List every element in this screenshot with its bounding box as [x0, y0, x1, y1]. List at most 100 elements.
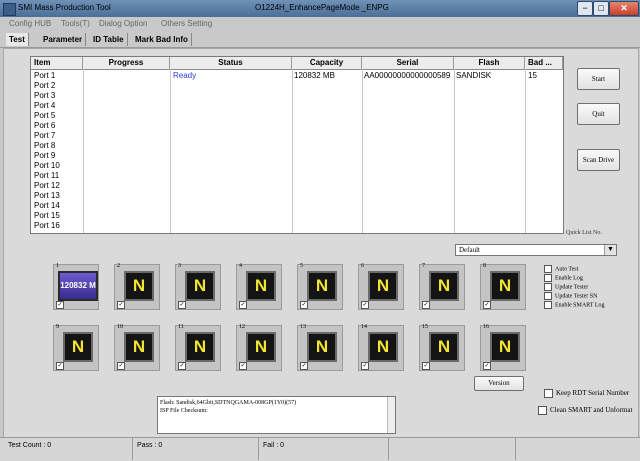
tab-mark-bad-info[interactable]: Mark Bad Info: [132, 33, 192, 46]
col-serial[interactable]: Serial: [362, 57, 454, 69]
port-checkbox[interactable]: ✓: [56, 301, 64, 309]
port-number: 10: [117, 324, 123, 330]
table-row[interactable]: Port 9: [31, 151, 563, 161]
port-checkbox[interactable]: ✓: [361, 301, 369, 309]
port-tile-12[interactable]: 12 N ✓: [236, 324, 282, 371]
table-row[interactable]: Port 1 Ready 120832 MB AA00000000000000589 S…: [31, 71, 563, 81]
port-checkbox[interactable]: ✓: [483, 362, 491, 370]
port-tile-11[interactable]: 11 N ✓: [175, 324, 221, 371]
maximize-button[interactable]: □: [593, 1, 609, 16]
checkbox[interactable]: [544, 292, 552, 300]
port-label: N: [193, 337, 207, 356]
table-row[interactable]: Port 12: [31, 181, 563, 191]
menu-dialog-option[interactable]: Dialog Option: [99, 19, 147, 28]
port-tile-4[interactable]: 4 N ✓: [236, 263, 282, 310]
option-auto-test[interactable]: Auto Test: [544, 265, 578, 273]
table-row[interactable]: Port 3: [31, 91, 563, 101]
port-checkbox[interactable]: ✓: [361, 362, 369, 370]
tab-id-table[interactable]: ID Table: [90, 33, 128, 46]
checkbox[interactable]: [544, 283, 552, 291]
port-checkbox[interactable]: ✓: [300, 301, 308, 309]
menu-tools[interactable]: Tools(T): [61, 19, 90, 28]
port-tile-6[interactable]: 6 N ✓: [358, 263, 404, 310]
close-button[interactable]: ✕: [609, 1, 639, 16]
port-tile-3[interactable]: 3 N ✓: [175, 263, 221, 310]
port-label: N: [437, 337, 451, 356]
checkbox[interactable]: [544, 274, 552, 282]
port-tile-2[interactable]: 2 N ✓: [114, 263, 160, 310]
divider: [258, 438, 259, 460]
table-row[interactable]: Port 4: [31, 101, 563, 111]
port-number: 11: [178, 324, 184, 330]
menu-config-hub[interactable]: Config HUB: [9, 19, 51, 28]
port-checkbox[interactable]: ✓: [483, 301, 491, 309]
col-item[interactable]: Item: [31, 57, 83, 69]
table-row[interactable]: Port 14: [31, 201, 563, 211]
port-checkbox[interactable]: ✓: [239, 301, 247, 309]
port-status-icon: N: [429, 271, 459, 301]
scan-drive-button[interactable]: Scan Drive: [577, 149, 620, 171]
port-label: N: [315, 276, 329, 295]
port-tile-16[interactable]: 16 N ✓: [480, 324, 526, 371]
col-capacity[interactable]: Capacity: [292, 57, 362, 69]
option-enable-smart-log[interactable]: Enable SMART Log: [544, 301, 605, 309]
minimize-button[interactable]: −: [577, 1, 593, 16]
port-checkbox[interactable]: ✓: [178, 362, 186, 370]
table-row[interactable]: Port 8: [31, 141, 563, 151]
port-tile-10[interactable]: 10 N ✓: [114, 324, 160, 371]
checkbox[interactable]: [544, 301, 552, 309]
flash-info-box[interactable]: Flash: Sandisk,64Gbit,SDTNQGAMA-008GP(1Y…: [157, 396, 396, 434]
port-checkbox[interactable]: ✓: [56, 362, 64, 370]
quick-list-select[interactable]: Default ▼: [455, 244, 617, 256]
table-row[interactable]: Port 13: [31, 191, 563, 201]
port-tile-7[interactable]: 7 N ✓: [419, 263, 465, 310]
port-tile-13[interactable]: 13 N ✓: [297, 324, 343, 371]
option-enable-log[interactable]: Enable Log: [544, 274, 583, 282]
port-tile-8[interactable]: 8 N ✓: [480, 263, 526, 310]
keep-rdt-serial-checkbox[interactable]: Keep RDT Serial Number: [544, 389, 629, 398]
tab-parameter[interactable]: Parameter: [40, 33, 87, 46]
table-row[interactable]: Port 7: [31, 131, 563, 141]
checkbox[interactable]: [538, 406, 547, 415]
port-tile-14[interactable]: 14 N ✓: [358, 324, 404, 371]
port-checkbox[interactable]: ✓: [117, 362, 125, 370]
port-tile-15[interactable]: 15 N ✓: [419, 324, 465, 371]
cell-item: Port 6: [34, 121, 56, 130]
table-row[interactable]: Port 2: [31, 81, 563, 91]
version-button[interactable]: Version: [474, 376, 524, 391]
checkbox[interactable]: [544, 265, 552, 273]
isp-checksum-line: ISP File Checksum:: [160, 408, 208, 414]
menu-others-setting[interactable]: Others Setting: [161, 19, 212, 28]
port-checkbox[interactable]: ✓: [239, 362, 247, 370]
port-status-icon: N: [185, 271, 215, 301]
table-row[interactable]: Port 15: [31, 211, 563, 221]
scrollbar[interactable]: [387, 397, 395, 433]
chevron-down-icon[interactable]: ▼: [604, 245, 616, 255]
table-row[interactable]: Port 5: [31, 111, 563, 121]
port-tile-9[interactable]: 9 N ✓: [53, 324, 99, 371]
port-tile-5[interactable]: 5 N ✓: [297, 263, 343, 310]
option-update-tester[interactable]: Update Tester: [544, 283, 588, 291]
port-label: N: [376, 337, 390, 356]
port-checkbox[interactable]: ✓: [117, 301, 125, 309]
start-button[interactable]: Start: [577, 68, 620, 90]
checkbox[interactable]: [544, 389, 553, 398]
option-update-tester-sn[interactable]: Update Tester SN: [544, 292, 597, 300]
table-row[interactable]: Port 16: [31, 221, 563, 231]
port-checkbox[interactable]: ✓: [422, 362, 430, 370]
clean-smart-checkbox[interactable]: Clean SMART and Unformat: [538, 406, 632, 415]
port-tile-1[interactable]: 1 120832 M ✓: [53, 263, 99, 310]
col-flash[interactable]: Flash: [454, 57, 525, 69]
table-row[interactable]: Port 11: [31, 171, 563, 181]
col-status[interactable]: Status: [170, 57, 292, 69]
tab-test[interactable]: Test: [6, 33, 29, 46]
port-checkbox[interactable]: ✓: [300, 362, 308, 370]
port-checkbox[interactable]: ✓: [422, 301, 430, 309]
quit-button[interactable]: Quit: [577, 103, 620, 125]
col-bad[interactable]: Bad ...: [525, 57, 563, 69]
table-row[interactable]: Port 6: [31, 121, 563, 131]
col-progress[interactable]: Progress: [83, 57, 170, 69]
port-grid[interactable]: Item Progress Status Capacity Serial Fla…: [30, 56, 564, 234]
port-checkbox[interactable]: ✓: [178, 301, 186, 309]
table-row[interactable]: Port 10: [31, 161, 563, 171]
